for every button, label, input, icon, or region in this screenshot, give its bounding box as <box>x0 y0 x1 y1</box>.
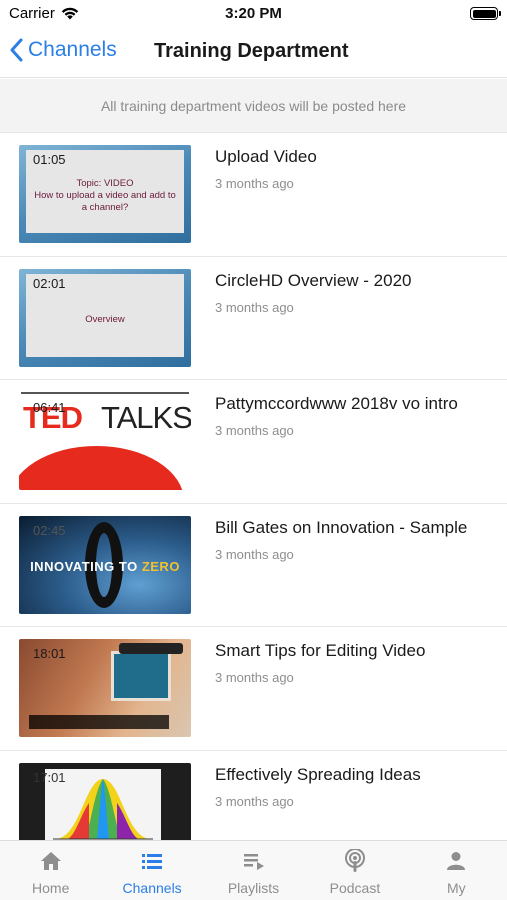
navigation-bar: Channels Training Department <box>0 28 507 78</box>
chevron-left-icon <box>10 38 23 62</box>
video-thumbnail[interactable]: 17:01 <box>19 762 191 840</box>
ted-red-circle <box>19 446 184 490</box>
video-date: 3 months ago <box>215 423 294 438</box>
thumbnail-subtitle-bar <box>29 715 169 729</box>
page-title: Training Department <box>154 40 349 62</box>
video-date: 3 months ago <box>215 793 294 809</box>
tab-label: My <box>446 880 466 896</box>
video-thumbnail[interactable]: INNOVATING TO ZERO 02:45 <box>19 515 191 614</box>
video-title[interactable]: Bill Gates on Innovation - Sample <box>215 518 467 538</box>
video-duration: 06:41 <box>33 400 66 415</box>
tab-label: Playlists <box>227 880 280 896</box>
thumbnail-window <box>111 651 171 701</box>
home-icon <box>40 850 62 872</box>
video-date: 3 months ago <box>215 176 294 191</box>
video-date: 3 months ago <box>215 670 294 685</box>
tab-bar: Home Channels Playlists Podcast My <box>0 840 507 900</box>
tab-label: Podcast <box>329 880 381 896</box>
video-date: 3 months ago <box>215 299 294 315</box>
thumbnail-badge <box>119 643 183 654</box>
video-row-smart-tips[interactable]: 18:01 Smart Tips for Editing Video 3 mon… <box>0 627 507 751</box>
video-row-upload-video[interactable]: Topic: VIDEO How to upload a video and a… <box>0 133 507 257</box>
video-title[interactable]: CircleHD Overview - 2020 <box>215 271 412 291</box>
tab-podcast[interactable]: Podcast <box>304 841 405 900</box>
thumbnail-caption: INNOVATING TO ZERO <box>30 558 180 574</box>
video-title[interactable]: Smart Tips for Editing Video <box>215 641 425 661</box>
tab-label: Channels <box>122 880 182 896</box>
list-icon <box>141 850 163 872</box>
tab-label: Home <box>32 880 70 896</box>
video-duration: 17:01 <box>33 769 66 785</box>
video-duration: 02:01 <box>33 275 66 291</box>
back-button-label: Channels <box>28 38 117 61</box>
video-thumbnail[interactable]: TED TALKS 06:41 <box>19 392 191 490</box>
video-row-pattymccord[interactable]: TED TALKS 06:41 Pattymccordwww 2018v vo … <box>0 380 507 504</box>
talks-logo: TALKS <box>101 400 191 435</box>
tab-my[interactable]: My <box>406 841 507 900</box>
video-row-bill-gates[interactable]: INNOVATING TO ZERO 02:45 Bill Gates on I… <box>0 504 507 627</box>
thumbnail-text: Topic: VIDEO How to upload a video and a… <box>34 178 176 213</box>
tab-channels[interactable]: Channels <box>101 841 202 900</box>
person-icon <box>446 850 466 872</box>
video-title[interactable]: Upload Video <box>215 147 317 167</box>
video-title[interactable]: Effectively Spreading Ideas <box>215 765 421 785</box>
video-thumbnail[interactable]: Overview 02:01 <box>19 268 191 367</box>
video-row-spreading-ideas[interactable]: 17:01 Effectively Spreading Ideas 3 mont… <box>0 751 507 840</box>
battery-icon <box>470 7 501 20</box>
video-list[interactable]: Topic: VIDEO How to upload a video and a… <box>0 133 507 840</box>
podcast-icon <box>344 849 366 872</box>
channel-description-banner: All training department videos will be p… <box>0 79 507 133</box>
video-thumbnail[interactable]: Topic: VIDEO How to upload a video and a… <box>19 145 191 243</box>
status-time: 3:20 PM <box>225 5 282 22</box>
video-thumbnail[interactable]: 18:01 <box>19 639 191 737</box>
back-button[interactable]: Channels <box>10 38 117 62</box>
video-duration: 01:05 <box>33 152 66 167</box>
video-date: 3 months ago <box>215 546 294 562</box>
tab-playlists[interactable]: Playlists <box>203 841 304 900</box>
playlist-icon <box>243 850 265 872</box>
video-duration: 02:45 <box>33 522 66 538</box>
video-row-circlehd-overview[interactable]: Overview 02:01 CircleHD Overview - 2020 … <box>0 257 507 380</box>
status-bar: Carrier 3:20 PM <box>0 0 507 28</box>
thumbnail-text: Overview <box>85 313 125 325</box>
tab-home[interactable]: Home <box>0 841 101 900</box>
video-title[interactable]: Pattymccordwww 2018v vo intro <box>215 394 458 414</box>
video-duration: 18:01 <box>33 646 66 661</box>
